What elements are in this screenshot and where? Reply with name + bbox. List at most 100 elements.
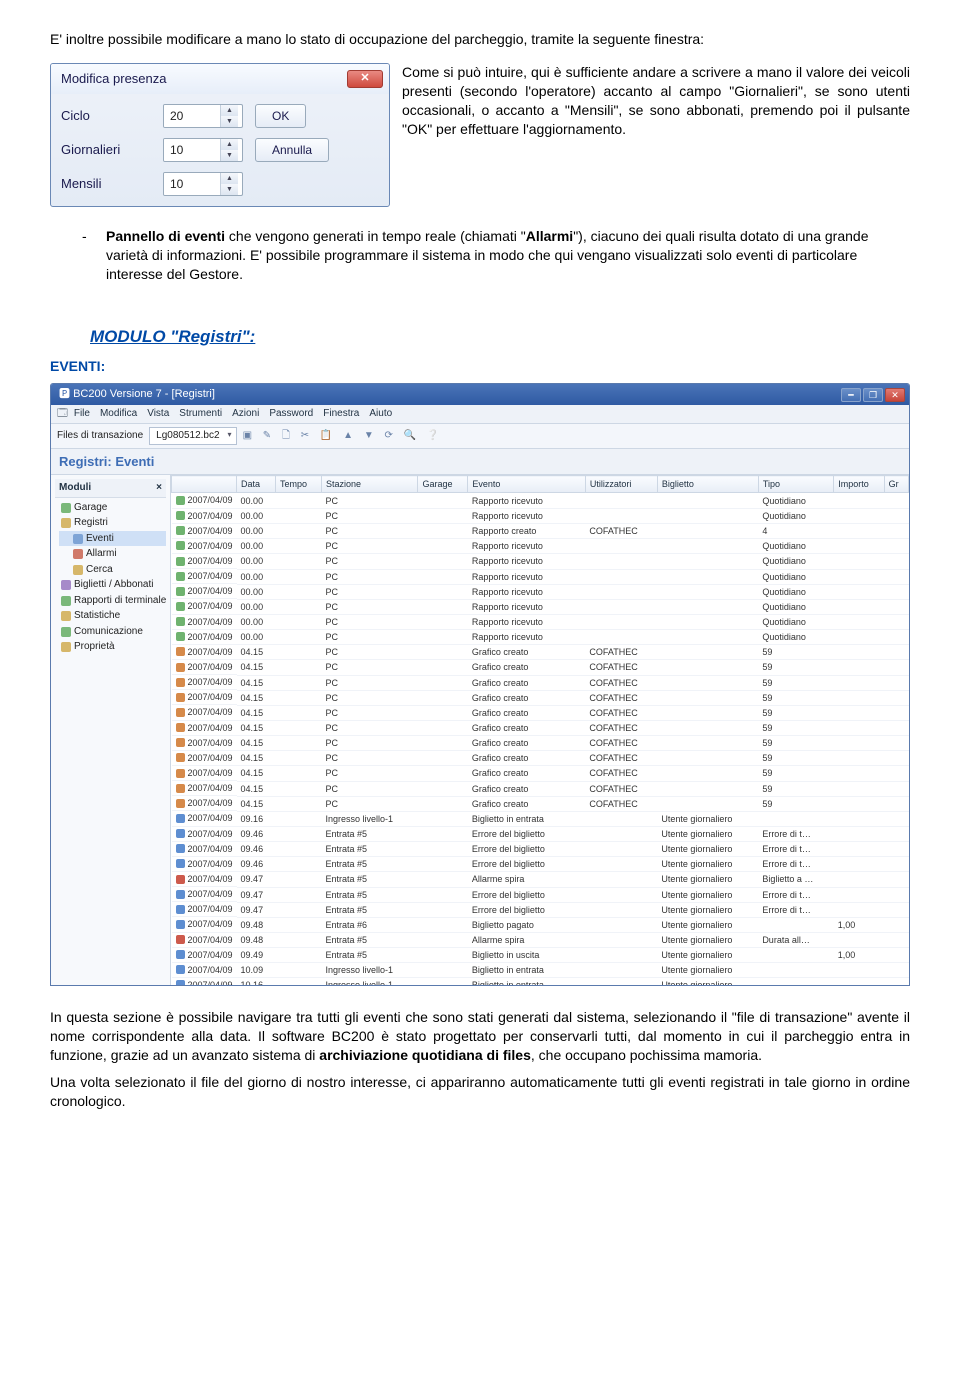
col-header[interactable]: Tipo xyxy=(758,476,833,493)
spinner-giornalieri-input[interactable] xyxy=(164,139,220,161)
table-row[interactable]: 2007/04/0900.00PCRapporto ricevutoQuotid… xyxy=(172,615,909,630)
table-row[interactable]: 2007/04/0900.00PCRapporto ricevutoQuotid… xyxy=(172,554,909,569)
table-row[interactable]: 2007/04/0904.15PCGrafico creatoCOFATHEC5… xyxy=(172,766,909,781)
close-panel-icon[interactable]: × xyxy=(156,481,162,495)
chevron-up-icon[interactable]: ▲ xyxy=(221,139,238,150)
table-row[interactable]: 2007/04/0900.00PCRapporto ricevutoQuotid… xyxy=(172,569,909,584)
col-header[interactable]: Biglietto xyxy=(657,476,758,493)
row-icon xyxy=(176,950,185,959)
spinner-ciclo[interactable]: ▲▼ xyxy=(163,104,243,128)
col-header[interactable]: Stazione xyxy=(322,476,418,493)
table-row[interactable]: 2007/04/0900.00PCRapporto ricevutoQuotid… xyxy=(172,493,909,509)
chevron-up-icon[interactable]: ▲ xyxy=(221,173,238,184)
table-row[interactable]: 2007/04/0904.15PCGrafico creatoCOFATHEC5… xyxy=(172,675,909,690)
spinner-ciclo-input[interactable] xyxy=(164,105,220,127)
table-row[interactable]: 2007/04/0910.09Ingresso livello-1Bigliet… xyxy=(172,963,909,978)
menu-item[interactable]: Aiuto xyxy=(369,408,392,419)
eventi-heading: EVENTI: xyxy=(50,357,910,376)
ok-button[interactable]: OK xyxy=(255,104,306,128)
close-icon[interactable]: ✕ xyxy=(885,388,905,402)
col-header[interactable]: Data xyxy=(237,476,276,493)
toolbar: Files di transazione Lg080512.bc2 ▣ ✎ 🗋 … xyxy=(51,424,909,449)
chevron-down-icon[interactable]: ▼ xyxy=(221,116,238,127)
table-row[interactable]: 2007/04/0900.00PCRapporto ricevutoQuotid… xyxy=(172,539,909,554)
menu-item[interactable]: Vista xyxy=(147,408,169,419)
cancel-button[interactable]: Annulla xyxy=(255,138,329,162)
tree-label[interactable]: Proprietà xyxy=(74,640,115,654)
tree-label[interactable]: Statistiche xyxy=(74,609,120,623)
chevron-up-icon[interactable]: ▲ xyxy=(221,105,238,116)
table-row[interactable]: 2007/04/0904.15PCGrafico creatoCOFATHEC5… xyxy=(172,690,909,705)
menu-item[interactable]: File xyxy=(74,408,90,419)
table-row[interactable]: 2007/04/0904.15PCGrafico creatoCOFATHEC5… xyxy=(172,751,909,766)
maximize-icon[interactable]: ❐ xyxy=(863,388,883,402)
col-header[interactable]: Garage xyxy=(418,476,468,493)
row-icon xyxy=(176,723,185,732)
table-row[interactable]: 2007/04/0904.15PCGrafico creatoCOFATHEC5… xyxy=(172,645,909,660)
toolbar-icons[interactable]: ▣ ✎ 🗋 ✂ 📋 ▲ ▼ ⟳ 🔍 ❔ xyxy=(243,429,444,443)
table-row[interactable]: 2007/04/0909.46Entrata #5Errore del bigl… xyxy=(172,827,909,842)
tree-label[interactable]: Registri xyxy=(74,516,108,530)
row-icon xyxy=(176,511,185,520)
table-row[interactable]: 2007/04/0909.48Entrata #5Allarme spiraUt… xyxy=(172,933,909,948)
tree-label[interactable]: Rapporti di terminale xyxy=(74,594,166,608)
tree-label[interactable]: Biglietti / Abbonati xyxy=(74,578,154,592)
row-icon xyxy=(176,890,185,899)
table-row[interactable]: 2007/04/0909.48Entrata #6Biglietto pagat… xyxy=(172,917,909,932)
paragraph-3: Una volta selezionato il file del giorno… xyxy=(50,1073,910,1111)
table-row[interactable]: 2007/04/0910.16Ingresso livello-1Bigliet… xyxy=(172,978,909,985)
table-row[interactable]: 2007/04/0900.00PCRapporto creatoCOFATHEC… xyxy=(172,524,909,539)
sidebar-header: Moduli xyxy=(59,481,91,495)
table-row[interactable]: 2007/04/0909.47Entrata #5Errore del bigl… xyxy=(172,902,909,917)
table-row[interactable]: 2007/04/0909.16Ingresso livello-1Bigliet… xyxy=(172,811,909,826)
spinner-mensili-input[interactable] xyxy=(164,173,220,195)
table-row[interactable]: 2007/04/0900.00PCRapporto ricevutoQuotid… xyxy=(172,599,909,614)
intro-text: E' inoltre possibile modificare a mano l… xyxy=(50,30,910,49)
menu-item[interactable]: Azioni xyxy=(232,408,259,419)
col-header[interactable]: Utilizzatori xyxy=(585,476,657,493)
menu-item[interactable]: Finestra xyxy=(323,408,359,419)
table-row[interactable]: 2007/04/0909.47Entrata #5Errore del bigl… xyxy=(172,887,909,902)
tree-label[interactable]: Eventi xyxy=(86,532,114,546)
table-row[interactable]: 2007/04/0904.15PCGrafico creatoCOFATHEC5… xyxy=(172,705,909,720)
menu-item[interactable]: Modifica xyxy=(100,408,137,419)
tree-label[interactable]: Comunicazione xyxy=(74,625,143,639)
minimize-icon[interactable]: ━ xyxy=(841,388,861,402)
table-row[interactable]: 2007/04/0900.00PCRapporto ricevutoQuotid… xyxy=(172,509,909,524)
table-row[interactable]: 2007/04/0904.15PCGrafico creatoCOFATHEC5… xyxy=(172,736,909,751)
col-header[interactable]: Gr xyxy=(884,476,908,493)
right-paragraph: Come si può intuire, qui è sufficiente a… xyxy=(402,63,910,139)
table-row[interactable]: 2007/04/0904.15PCGrafico creatoCOFATHEC5… xyxy=(172,781,909,796)
table-row[interactable]: 2007/04/0900.00PCRapporto ricevutoQuotid… xyxy=(172,584,909,599)
table-row[interactable]: 2007/04/0904.15PCGrafico creatoCOFATHEC5… xyxy=(172,796,909,811)
table-row[interactable]: 2007/04/0904.15PCGrafico creatoCOFATHEC5… xyxy=(172,660,909,675)
tree-label[interactable]: Cerca xyxy=(86,563,113,577)
spinner-giornalieri[interactable]: ▲▼ xyxy=(163,138,243,162)
tree[interactable]: GarageRegistri EventiAllarmi CercaBigliett… xyxy=(55,498,166,655)
tree-icon xyxy=(61,596,71,606)
col-header[interactable]: Evento xyxy=(468,476,586,493)
spinner-mensili[interactable]: ▲▼ xyxy=(163,172,243,196)
col-header[interactable]: Tempo xyxy=(276,476,322,493)
menu-bar[interactable]: 🗔FileModificaVistaStrumentiAzioniPasswor… xyxy=(51,405,909,424)
chevron-down-icon[interactable]: ▼ xyxy=(221,184,238,195)
dialog-modifica-presenza: Modifica presenza ✕ Ciclo ▲▼ OK Giornali… xyxy=(50,63,390,207)
menu-item[interactable]: Strumenti xyxy=(179,408,222,419)
app-title: 🅿 BC200 Versione 7 - [Registri] xyxy=(59,387,215,402)
row-icon xyxy=(176,905,185,914)
table-row[interactable]: 2007/04/0909.46Entrata #5Errore del bigl… xyxy=(172,842,909,857)
tree-label[interactable]: Allarmi xyxy=(86,547,117,561)
tree-label[interactable]: Garage xyxy=(74,501,107,515)
table-row[interactable]: 2007/04/0904.15PCGrafico creatoCOFATHEC5… xyxy=(172,721,909,736)
close-icon[interactable]: ✕ xyxy=(347,70,383,88)
menu-item[interactable]: Password xyxy=(269,408,313,419)
field-label-mensili: Mensili xyxy=(61,175,151,193)
table-row[interactable]: 2007/04/0909.46Entrata #5Errore del bigl… xyxy=(172,857,909,872)
chevron-down-icon[interactable]: ▼ xyxy=(221,150,238,161)
table-row[interactable]: 2007/04/0909.49Entrata #5Biglietto in us… xyxy=(172,948,909,963)
events-grid[interactable]: DataTempoStazioneGarageEventoUtilizzator… xyxy=(171,475,909,985)
table-row[interactable]: 2007/04/0900.00PCRapporto ricevutoQuotid… xyxy=(172,630,909,645)
table-row[interactable]: 2007/04/0909.47Entrata #5Allarme spiraUt… xyxy=(172,872,909,887)
col-header[interactable]: Importo xyxy=(834,476,884,493)
transaction-file-combo[interactable]: Lg080512.bc2 xyxy=(149,427,236,445)
